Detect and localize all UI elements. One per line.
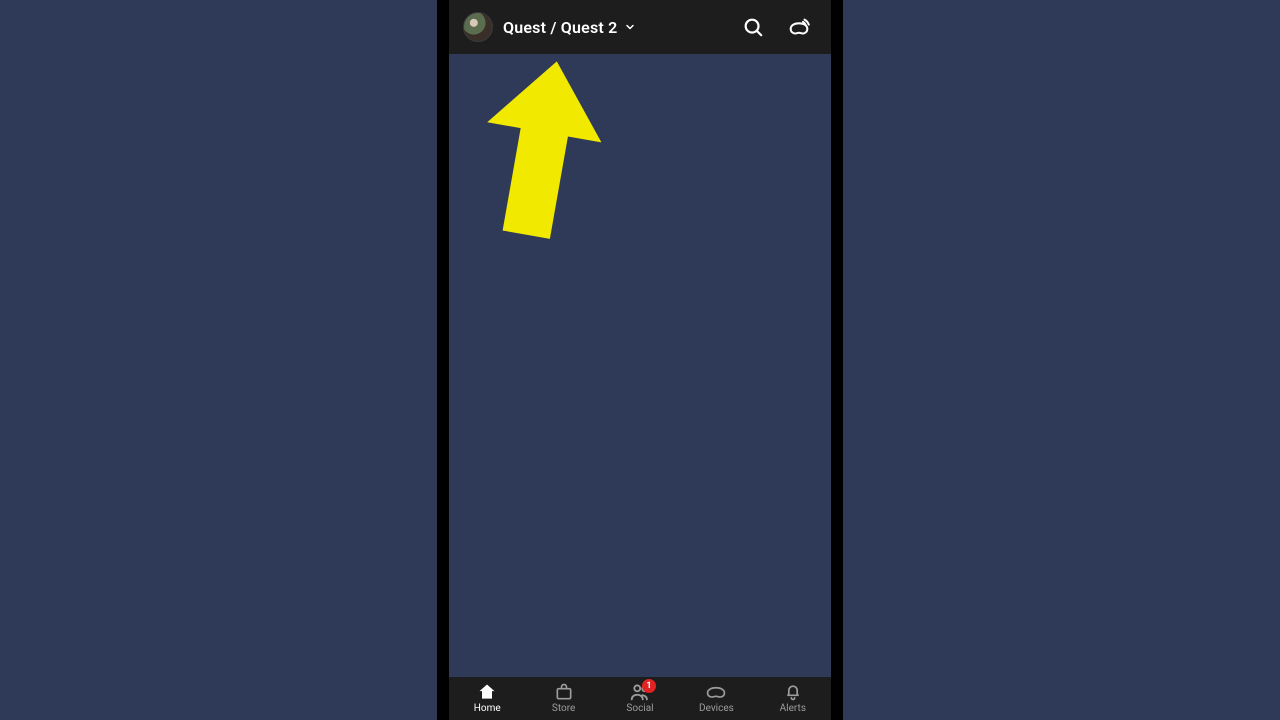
device-selector[interactable]: Quest / Quest 2 — [503, 18, 636, 37]
bottom-nav: Home Store 1 Social — [449, 677, 831, 720]
headset-icon — [705, 681, 727, 703]
nav-social[interactable]: 1 Social — [602, 681, 678, 715]
phone-screen: Quest / Quest 2 — [449, 0, 831, 720]
nav-alerts-label: Alerts — [780, 703, 806, 715]
phone-frame: Quest / Quest 2 — [437, 0, 843, 720]
nav-social-label: Social — [626, 703, 653, 715]
arrow-callout — [471, 54, 611, 249]
nav-store[interactable]: Store — [525, 681, 601, 715]
cast-button[interactable] — [781, 9, 817, 45]
nav-store-label: Store — [552, 703, 575, 715]
search-button[interactable] — [735, 9, 771, 45]
nav-home-label: Home — [474, 703, 501, 715]
nav-devices-label: Devices — [699, 703, 734, 715]
content-area — [449, 54, 831, 677]
chevron-down-icon — [624, 21, 636, 33]
nav-alerts[interactable]: Alerts — [755, 681, 831, 715]
bell-icon — [783, 681, 803, 703]
nav-home[interactable]: Home — [449, 681, 525, 715]
nav-social-badge: 1 — [642, 679, 656, 693]
search-icon — [742, 16, 764, 38]
cast-icon — [787, 16, 811, 38]
home-icon — [477, 681, 497, 703]
store-icon — [554, 681, 574, 703]
user-avatar[interactable] — [463, 12, 493, 42]
nav-devices[interactable]: Devices — [678, 681, 754, 715]
top-bar: Quest / Quest 2 — [449, 0, 831, 54]
arrow-up-icon — [471, 234, 611, 253]
device-selector-label: Quest / Quest 2 — [503, 18, 618, 37]
